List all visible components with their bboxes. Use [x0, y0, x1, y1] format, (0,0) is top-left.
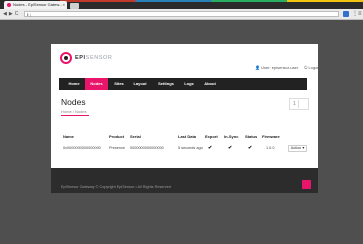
col-header-last-data[interactable]: Last Data [178, 134, 196, 139]
cell-serial: 0000000000000000 [130, 146, 164, 150]
pager-divider [298, 100, 299, 108]
back-icon[interactable]: ◀ [3, 11, 7, 17]
hamburger-icon[interactable]: ≡ [358, 11, 362, 17]
menu-item-logs[interactable]: Logs [180, 78, 198, 90]
brand-bold: EPI [75, 55, 86, 61]
brand-name: EPISENSOR [75, 55, 113, 61]
pagination[interactable]: 1 [289, 98, 309, 110]
menu-item-home[interactable]: Home [63, 78, 85, 90]
menu-item-sites[interactable]: Sites [110, 78, 128, 90]
extension-icon[interactable] [343, 11, 349, 17]
forward-icon[interactable]: ▶ [9, 11, 13, 17]
menu-item-layout[interactable]: Layout [130, 78, 150, 90]
footer-accent-square [302, 180, 311, 189]
logo-icon [60, 52, 72, 64]
user-link[interactable]: 👤 User: episensor-user [255, 65, 298, 70]
col-header-product[interactable]: Product [109, 134, 124, 139]
brand-light: SENSOR [85, 55, 113, 61]
tab-strip-accent [60, 0, 363, 2]
menu-item-nodes[interactable]: Nodes [85, 78, 108, 90]
cell-name[interactable]: 0x0000000000000000 [63, 146, 101, 150]
reload-icon[interactable]: C [15, 11, 19, 17]
user-links: 👤 User: episensor-user ⏻ Logout [255, 65, 327, 70]
address-bar[interactable]: ℹ | [24, 11, 339, 17]
col-header-serial[interactable]: Serial [130, 134, 141, 139]
logout-link[interactable]: ⏻ Logout [304, 65, 321, 70]
col-header-name[interactable]: Name [63, 134, 74, 139]
browser-tab[interactable]: Nodes - EpiSensor Gatew... × [4, 1, 67, 9]
status-check-icon: ✔ [248, 145, 253, 151]
cell-firmware: 1.0.0 [266, 146, 275, 150]
cell-product: Presence [109, 146, 126, 150]
action-button[interactable]: Action ▾ [288, 145, 307, 152]
main-menu: Home Nodes Sites Layout Settings Logs Ab… [59, 78, 307, 90]
title-underline [61, 115, 89, 116]
col-header-in-sync[interactable]: In-Sync [224, 134, 238, 139]
col-header-status[interactable]: Status [245, 134, 257, 139]
cell-last-data: 5 seconds ago [178, 146, 203, 150]
footer-copyright: EpiSensor Gateway © Copyright EpiSensor … [61, 185, 171, 189]
footer [51, 168, 318, 193]
col-header-firmware[interactable]: Firmware [262, 134, 280, 139]
col-header-export[interactable]: Export [205, 134, 218, 139]
page-number: 1 [293, 101, 296, 107]
menu-item-about[interactable]: About [200, 78, 220, 90]
nav-buttons: ◀ ▶ C [3, 10, 20, 18]
page-title: Nodes [61, 97, 86, 107]
favicon-icon [7, 2, 11, 7]
breadcrumb[interactable]: Home / Nodes [61, 109, 87, 114]
export-check-icon: ✔ [208, 145, 213, 151]
close-tab-icon[interactable]: × [63, 1, 65, 9]
menu-item-settings[interactable]: Settings [154, 78, 178, 90]
tab-title: Nodes - EpiSensor Gatew... [13, 2, 63, 7]
in-sync-check-icon: ✔ [228, 145, 233, 151]
